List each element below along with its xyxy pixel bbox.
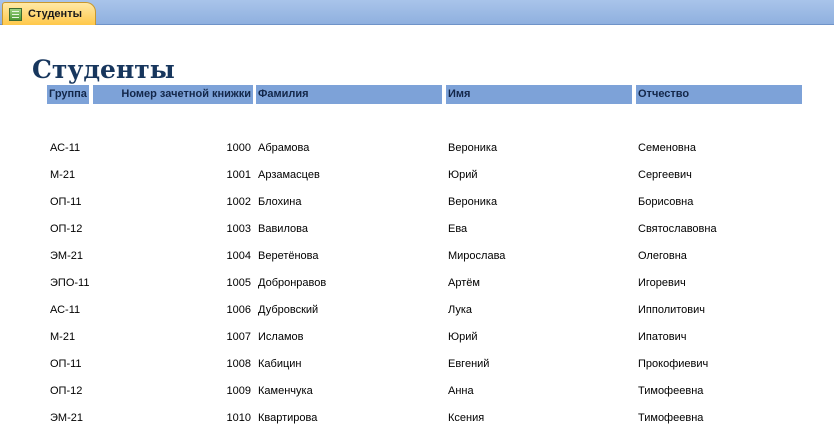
cell-middle-name: Игоревич	[638, 277, 686, 289]
cell-record-number: 1001	[226, 169, 251, 181]
report-rows: АС-11 1000 Абрамова Вероника Семеновна М…	[0, 136, 834, 433]
cell-last-name: Добронравов	[258, 277, 327, 289]
cell-record-number: 1008	[226, 358, 251, 370]
cell-first-name: Артём	[448, 277, 480, 289]
cell-group: ОП-11	[50, 358, 82, 370]
cell-group: М-21	[50, 169, 76, 181]
cell-middle-name: Ипполитович	[638, 304, 706, 316]
table-row: ОП-12 1003 Вавилова Ева Святославовна	[0, 217, 834, 244]
cell-last-name: Абрамова	[258, 142, 310, 154]
column-header-group: Группа	[47, 85, 89, 104]
cell-first-name: Евгений	[448, 358, 490, 370]
table-row: ЭМ-21 1004 Веретёнова Мирослава Олеговна	[0, 244, 834, 271]
table-row: АС-11 1000 Абрамова Вероника Семеновна	[0, 136, 834, 163]
cell-record-number: 1010	[226, 412, 251, 424]
cell-group: ОП-12	[50, 223, 83, 235]
cell-middle-name: Сергеевич	[638, 169, 692, 181]
cell-first-name: Юрий	[448, 331, 478, 343]
cell-group: ЭПО-11	[50, 277, 90, 289]
table-row: ОП-11 1008 Кабицин Евгений Прокофиевич	[0, 352, 834, 379]
cell-group: ОП-11	[50, 196, 82, 208]
cell-middle-name: Тимофеевна	[638, 412, 704, 424]
column-header-last-name: Фамилия	[256, 85, 442, 104]
table-row: ЭМ-21 1010 Квартирова Ксения Тимофеевна	[0, 406, 834, 433]
table-row: АС-11 1006 Дубровский Лука Ипполитович	[0, 298, 834, 325]
tab-label: Студенты	[28, 8, 82, 20]
cell-middle-name: Прокофиевич	[638, 358, 709, 370]
table-row: ОП-12 1009 Каменчука Анна Тимофеевна	[0, 379, 834, 406]
cell-record-number: 1009	[226, 385, 251, 397]
cell-first-name: Вероника	[448, 142, 498, 154]
cell-group: АС-11	[50, 304, 81, 316]
cell-last-name: Квартирова	[258, 412, 318, 424]
cell-middle-name: Олеговна	[638, 250, 687, 262]
cell-group: АС-11	[50, 142, 81, 154]
tab-students-report[interactable]: Студенты	[2, 2, 96, 25]
cell-first-name: Юрий	[448, 169, 478, 181]
cell-last-name: Исламов	[258, 331, 304, 343]
cell-middle-name: Ипатович	[638, 331, 687, 343]
cell-group: ОП-12	[50, 385, 83, 397]
table-row: ОП-11 1002 Блохина Вероника Борисовна	[0, 190, 834, 217]
report-icon	[9, 7, 22, 21]
cell-first-name: Лука	[448, 304, 473, 316]
cell-middle-name: Тимофеевна	[638, 385, 704, 397]
cell-last-name: Вавилова	[258, 223, 308, 235]
cell-group: ЭМ-21	[50, 412, 83, 424]
cell-record-number: 1000	[226, 142, 251, 154]
cell-first-name: Вероника	[448, 196, 498, 208]
cell-record-number: 1007	[226, 331, 251, 343]
cell-record-number: 1005	[226, 277, 251, 289]
column-header-record-number: Номер зачетной книжки	[93, 85, 253, 104]
column-header-first-name: Имя	[446, 85, 632, 104]
cell-first-name: Анна	[448, 385, 474, 397]
cell-record-number: 1003	[226, 223, 251, 235]
document-tab-strip: Студенты	[0, 0, 834, 25]
cell-group: М-21	[50, 331, 76, 343]
cell-last-name: Веретёнова	[258, 250, 319, 262]
cell-first-name: Ксения	[448, 412, 485, 424]
cell-last-name: Каменчука	[258, 385, 313, 397]
cell-first-name: Мирослава	[448, 250, 506, 262]
cell-record-number: 1006	[226, 304, 251, 316]
cell-last-name: Дубровский	[258, 304, 319, 316]
cell-group: ЭМ-21	[50, 250, 83, 262]
table-row: ЭПО-11 1005 Добронравов Артём Игоревич	[0, 271, 834, 298]
cell-middle-name: Борисовна	[638, 196, 694, 208]
table-row: М-21 1007 Исламов Юрий Ипатович	[0, 325, 834, 352]
cell-record-number: 1004	[226, 250, 251, 262]
cell-record-number: 1002	[226, 196, 251, 208]
cell-middle-name: Семеновна	[638, 142, 696, 154]
report-view: Студенты Группа Номер зачетной книжки Фа…	[0, 25, 834, 435]
cell-first-name: Ева	[448, 223, 468, 235]
column-header-middle-name: Отчество	[636, 85, 802, 104]
cell-last-name: Блохина	[258, 196, 302, 208]
report-title: Студенты	[32, 55, 175, 84]
cell-middle-name: Святославовна	[638, 223, 717, 235]
table-row: М-21 1001 Арзамасцев Юрий Сергеевич	[0, 163, 834, 190]
cell-last-name: Арзамасцев	[258, 169, 320, 181]
cell-last-name: Кабицин	[258, 358, 302, 370]
